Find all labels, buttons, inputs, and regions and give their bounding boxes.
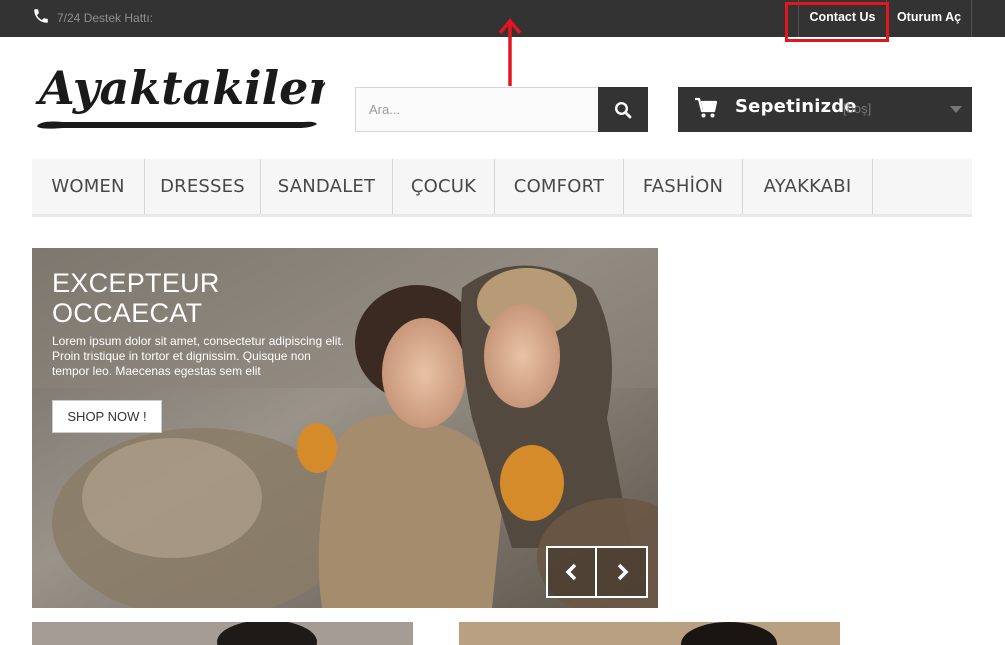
main-menu: WOMEN DRESSES SANDALET ÇOCUK COMFORT FAS… [32, 159, 972, 217]
support-line-text: 7/24 Destek Hattı: [57, 11, 154, 25]
cart-block[interactable]: Sepetinizde [boş] [678, 87, 972, 132]
menu-item-ayakkabi[interactable]: AYAKKABI [743, 159, 873, 214]
cart-title: Sepetinizde [735, 96, 857, 117]
menu-item-women[interactable]: WOMEN [32, 159, 145, 214]
cart-icon [695, 97, 718, 118]
promo-banner-1[interactable] [32, 622, 413, 645]
chevron-right-icon [617, 563, 628, 581]
slide-description: Lorem ipsum dolor sit amet, consectetur … [52, 334, 345, 378]
chevron-left-icon [565, 563, 576, 581]
caret-down-icon [950, 106, 962, 113]
contact-us-link[interactable]: Contact Us [798, 0, 886, 37]
logo-mark: Ayaktakiler [35, 61, 336, 129]
homepage-slider: EXCEPTEUR OCCAECAT Lorem ipsum dolor sit… [32, 248, 658, 608]
site-logo[interactable]: Ayaktakiler [33, 56, 336, 138]
promo-banner-2[interactable] [459, 622, 840, 645]
banner-image-1 [32, 622, 413, 645]
slider-prev-button[interactable] [546, 546, 597, 598]
cart-status: [boş] [843, 101, 872, 116]
menu-item-fashion[interactable]: FASHİON [624, 159, 743, 214]
menu-item-sandalet[interactable]: SANDALET [261, 159, 393, 214]
slide-title-line-1: EXCEPTEUR [52, 268, 220, 298]
banner-image-2 [459, 622, 840, 645]
menu-item-dresses[interactable]: DRESSES [145, 159, 261, 214]
search-input[interactable] [355, 87, 599, 132]
sign-in-link[interactable]: Oturum Aç [886, 0, 972, 37]
logo-text: Ayaktakiler [35, 61, 325, 115]
menu-item-cocuk[interactable]: ÇOCUK [393, 159, 495, 214]
shop-now-button[interactable]: SHOP NOW ! [52, 400, 162, 433]
arrow-up-annotation-icon [498, 18, 522, 86]
slide-title: EXCEPTEUR OCCAECAT [52, 268, 352, 328]
slide-title-line-2: OCCAECAT [52, 298, 203, 328]
search-button[interactable] [598, 87, 648, 132]
phone-icon [34, 9, 48, 23]
slider-next-button[interactable] [595, 546, 648, 598]
menu-item-comfort[interactable]: COMFORT [495, 159, 624, 214]
search-icon [614, 101, 632, 118]
